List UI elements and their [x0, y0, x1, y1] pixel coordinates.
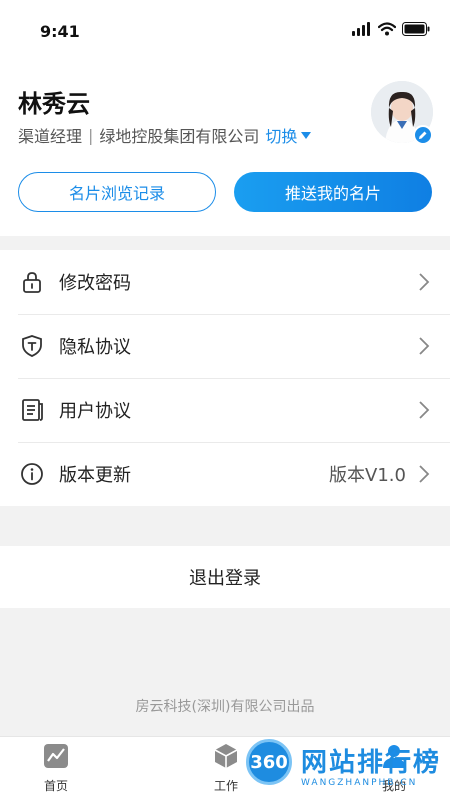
switch-company-link[interactable]: 切换 [265, 123, 312, 147]
logout-button[interactable]: 退出登录 [0, 546, 450, 608]
meta-separator: | [88, 125, 94, 145]
menu-label: 隐私协议 [59, 337, 131, 358]
menu-label: 用户协议 [59, 401, 131, 422]
avatar-edit-button[interactable] [413, 125, 433, 145]
status-icons [352, 22, 430, 36]
watermark-logo: 360 网站排行榜 WANGZHANPHB.CN [243, 736, 448, 798]
menu-item-privacy-policy[interactable]: 隐私协议 [0, 314, 450, 378]
company-name: 绿地控股集团有限公司 [99, 127, 260, 146]
version-value: 版本V1.0 [329, 465, 406, 486]
footer-credit: 房云科技(深圳)有限公司出品 [135, 699, 315, 715]
cube-icon [214, 744, 238, 768]
status-time: 9:41 [40, 22, 80, 41]
status-bar: 9:41 [0, 0, 450, 64]
push-card-button[interactable]: 推送我的名片 [234, 172, 432, 212]
battery-icon [402, 22, 430, 36]
lock-icon [23, 272, 41, 293]
switch-label: 切换 [265, 127, 298, 146]
settings-menu: 修改密码 隐私协议 用户协议 版本更新 版本V1.0 [0, 250, 450, 506]
shield-icon [22, 335, 42, 357]
user-meta: 渠道经理 | 绿地控股集团有限公司 切换 [18, 123, 312, 147]
user-role: 渠道经理 [18, 127, 83, 146]
menu-item-version-update[interactable]: 版本更新 版本V1.0 [0, 442, 450, 506]
pencil-icon [419, 131, 427, 139]
info-icon [21, 463, 43, 485]
tab-label: 首页 [43, 779, 68, 793]
chevron-right-icon [419, 465, 430, 483]
tab-home[interactable]: 首页 [16, 743, 96, 794]
caret-down-icon [301, 131, 312, 139]
watermark-title: 网站排行榜 [301, 748, 442, 778]
user-name: 林秀云 [18, 90, 90, 118]
menu-item-change-password[interactable]: 修改密码 [0, 250, 450, 314]
menu-item-user-agreement[interactable]: 用户协议 [0, 378, 450, 442]
chevron-right-icon [419, 273, 430, 291]
menu-label: 版本更新 [59, 465, 131, 486]
chart-icon [44, 744, 68, 768]
wifi-icon [378, 22, 396, 36]
chevron-right-icon [419, 401, 430, 419]
watermark-badge: 360 [246, 739, 292, 785]
watermark-subtitle: WANGZHANPHB.CN [301, 778, 418, 788]
profile-card: 林秀云 渠道经理 | 绿地控股集团有限公司 切换 名片浏览记录 推送我的名片 [0, 64, 450, 236]
signal-icon [352, 22, 370, 36]
card-history-button[interactable]: 名片浏览记录 [18, 172, 216, 212]
menu-label: 修改密码 [59, 273, 131, 294]
chevron-right-icon [419, 337, 430, 355]
document-icon [22, 399, 43, 421]
